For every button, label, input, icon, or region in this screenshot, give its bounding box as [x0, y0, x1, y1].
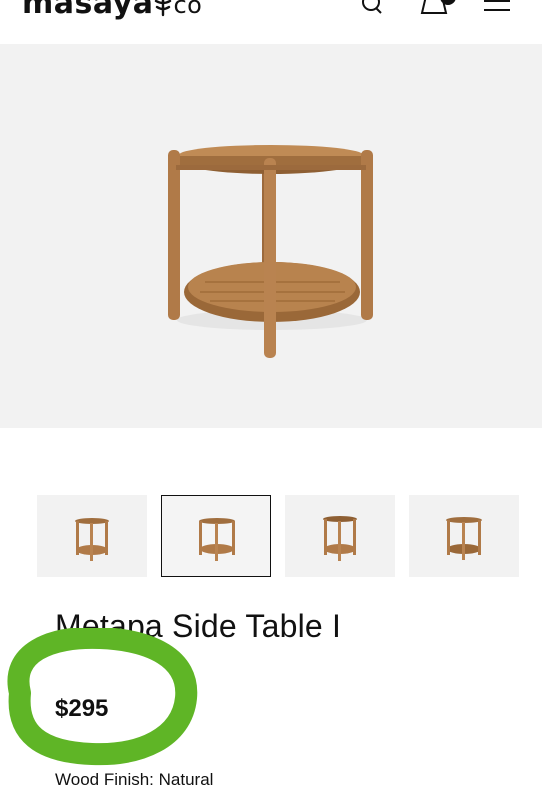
thumbnail-2-selected[interactable] [161, 495, 271, 577]
product-main-image[interactable] [0, 44, 542, 428]
site-header: masaya co [0, 0, 542, 44]
thumbnail-gallery [37, 495, 521, 579]
search-icon[interactable] [360, 0, 386, 20]
brand-suffix: co [173, 0, 203, 19]
shopping-bag-icon[interactable] [420, 0, 464, 20]
product-price: $295 [55, 695, 109, 722]
leaf-icon [155, 0, 172, 17]
thumbnail-3[interactable] [285, 495, 395, 577]
brand-logo[interactable]: masaya co [22, 0, 202, 21]
wood-finish-label: Wood Finish: Natural [55, 770, 214, 789]
brand-name: masaya [22, 0, 154, 21]
side-table-illustration [168, 145, 373, 358]
cart-count-badge [440, 0, 456, 5]
hamburger-menu-icon[interactable] [482, 0, 512, 20]
thumbnail-1[interactable] [37, 495, 147, 577]
thumbnail-4[interactable] [409, 495, 519, 577]
